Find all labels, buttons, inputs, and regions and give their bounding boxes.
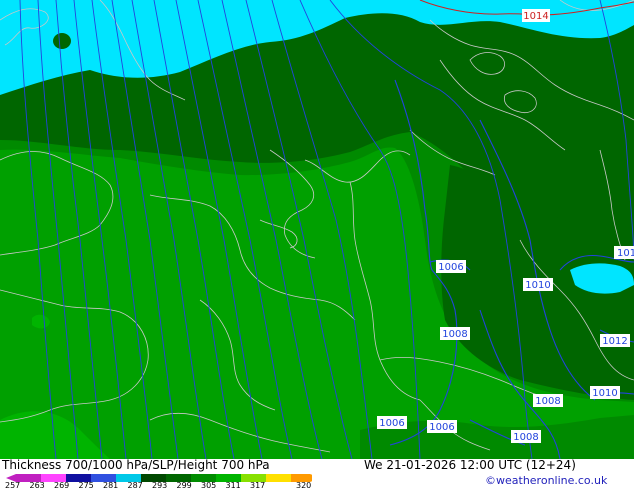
isobar-label: 1008 (513, 432, 538, 443)
scale-tick-label: 287 (127, 481, 143, 490)
isobar-label: 1012 (602, 336, 627, 347)
scale-tick-label: 269 (54, 481, 70, 490)
lake-northwest (53, 33, 71, 49)
isobar-label: 1006 (438, 262, 463, 273)
isobar-label: 1010 (525, 280, 550, 291)
scale-tick-label: 299 (176, 481, 192, 490)
map-datetime: We 21-01-2026 12:00 UTC (12+24) (364, 458, 576, 472)
scale-tick-label: 293 (152, 481, 168, 490)
credit-link[interactable]: ©weatheronline.co.uk (485, 474, 607, 487)
scale-tick-label: 317 (250, 481, 266, 490)
scale-tick-label: 263 (29, 481, 45, 490)
isobar-label: 1010 (592, 388, 617, 399)
scale-tick-label: 311 (225, 481, 241, 490)
scale-tick-label: 320 (296, 481, 312, 490)
isobar-label: 1010 (617, 248, 634, 259)
scale-tick-label: 281 (103, 481, 119, 490)
map-title: Thickness 700/1000 hPa/SLP/Height 700 hP… (2, 458, 270, 472)
footer: Thickness 700/1000 hPa/SLP/Height 700 hP… (0, 458, 634, 490)
map-canvas: 1014 1006 1010 1008 1012 1010 1008 1006 … (0, 0, 634, 460)
isobar-label: 1008 (535, 396, 560, 407)
scale-tick-label: 257 (5, 481, 21, 490)
isobar-label: 1006 (429, 422, 454, 433)
weather-map: 1014 1006 1010 1008 1012 1010 1008 1006 … (0, 0, 634, 460)
scale-tick-label: 305 (201, 481, 217, 490)
isobar-label: 1014 (523, 11, 548, 22)
isobar-label: 1008 (442, 329, 467, 340)
scale-tick-label: 275 (78, 481, 94, 490)
isobar-label: 1006 (379, 418, 404, 429)
